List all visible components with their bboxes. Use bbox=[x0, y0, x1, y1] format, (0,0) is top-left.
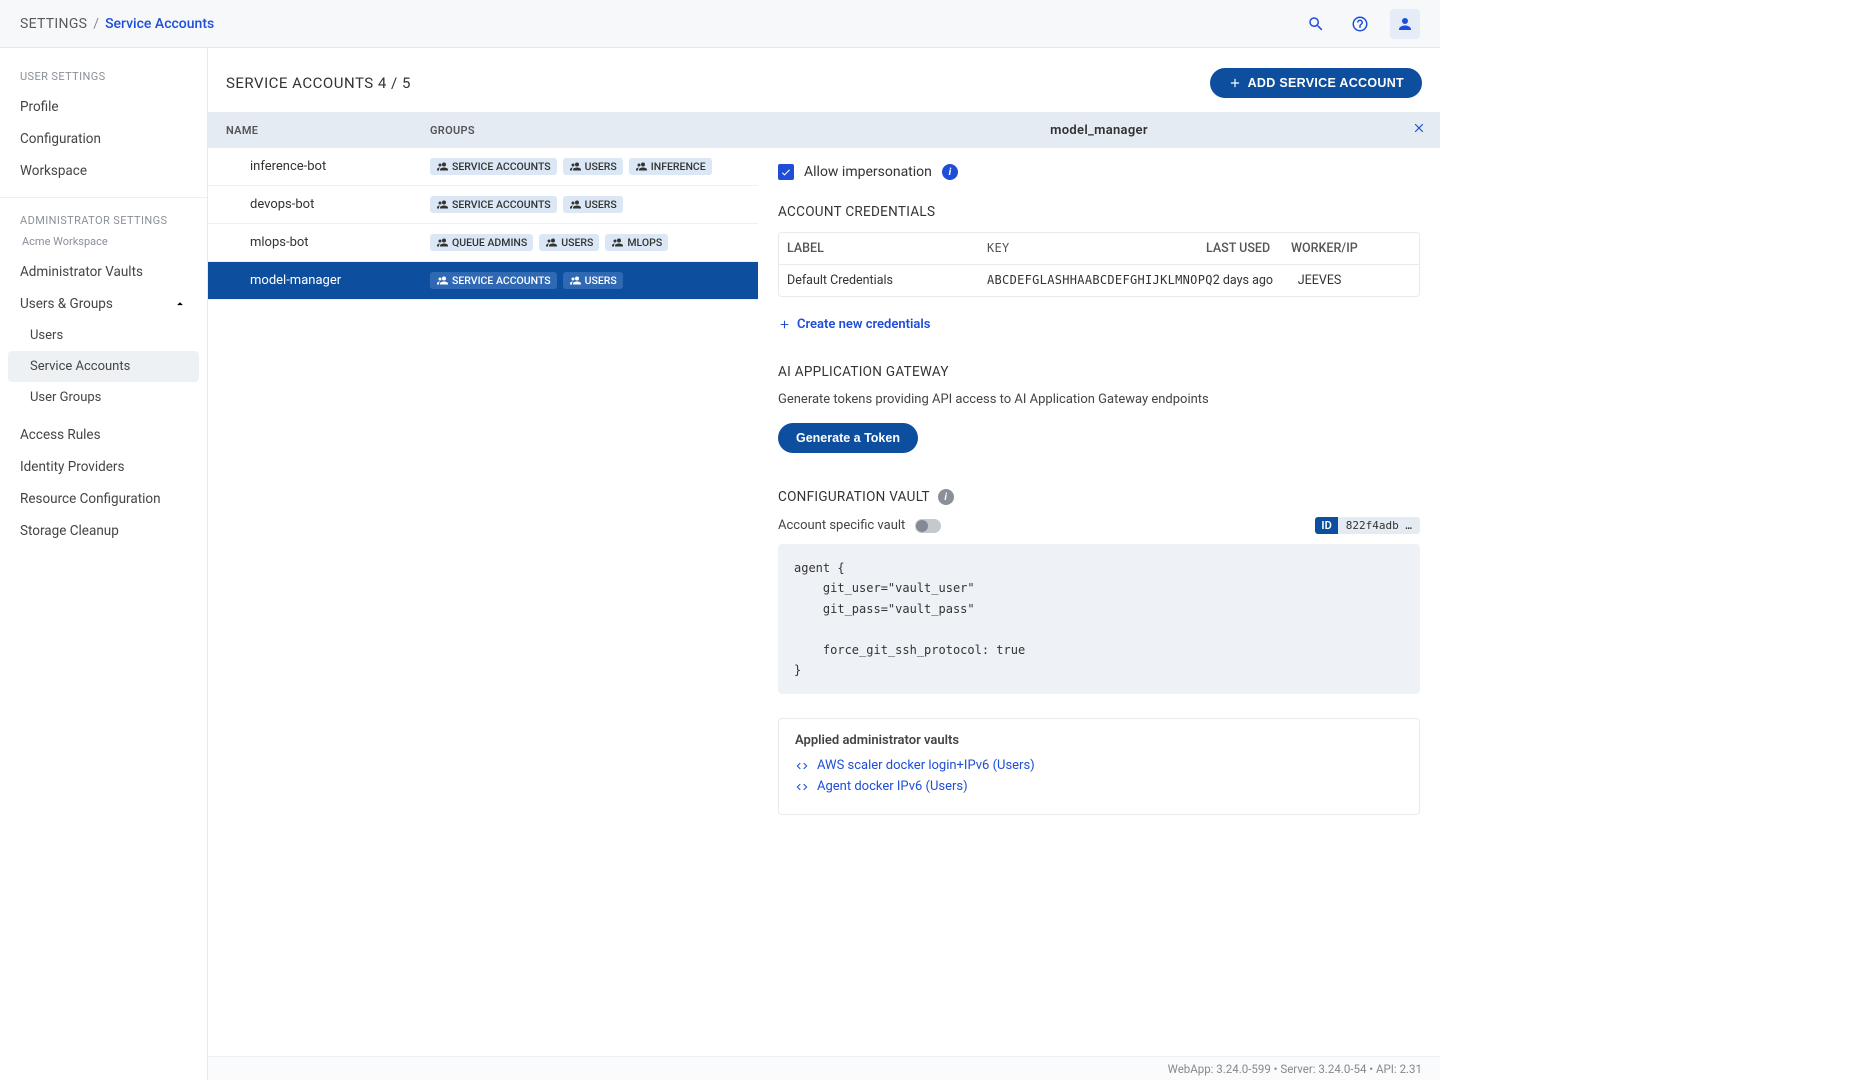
sidebar-section-admin: ADMINISTRATOR SETTINGS bbox=[0, 208, 207, 235]
credential-row[interactable]: Default CredentialsABCDEFGLASHHAABCDEFGH… bbox=[779, 265, 1419, 296]
sidebar-item-access-rules[interactable]: Access Rules bbox=[0, 419, 207, 451]
plus-icon bbox=[778, 318, 791, 331]
applied-vault-item[interactable]: AWS scaler docker login+IPv6 (Users) bbox=[795, 758, 1403, 773]
sidebar-item-users-groups[interactable]: Users & Groups bbox=[0, 288, 207, 320]
gateway-desc: Generate tokens providing API access to … bbox=[778, 392, 1420, 407]
sidebar-item-configuration[interactable]: Configuration bbox=[0, 123, 207, 155]
add-button-label: ADD SERVICE ACCOUNT bbox=[1248, 76, 1404, 90]
close-icon[interactable] bbox=[1412, 121, 1426, 139]
sidebar-admin-workspace: Acme Workspace bbox=[0, 235, 207, 256]
applied-vaults: Applied administrator vaults AWS scaler … bbox=[778, 718, 1420, 815]
sidebar-item-resource-config[interactable]: Resource Configuration bbox=[0, 483, 207, 515]
row-name: devops-bot bbox=[208, 197, 430, 212]
plus-icon bbox=[1228, 76, 1242, 90]
group-chip[interactable]: USERS bbox=[563, 272, 623, 289]
vault-specific-label: Account specific vault bbox=[778, 518, 905, 533]
footer-version: WebApp: 3.24.0-599 • Server: 3.24.0-54 •… bbox=[208, 1056, 1440, 1080]
vault-toggle[interactable] bbox=[915, 519, 941, 533]
sidebar-item-service-accounts[interactable]: Service Accounts bbox=[8, 351, 199, 382]
sidebar-item-user-groups[interactable]: User Groups bbox=[0, 382, 207, 413]
vault-title: CONFIGURATION VAULT bbox=[778, 489, 930, 505]
help-icon[interactable] bbox=[1346, 10, 1374, 38]
cred-col-key: KEY bbox=[987, 241, 1206, 256]
generate-token-button[interactable]: Generate a Token bbox=[778, 423, 918, 453]
group-chip[interactable]: SERVICE ACCOUNTS bbox=[430, 158, 557, 175]
sidebar-item-storage-cleanup[interactable]: Storage Cleanup bbox=[0, 515, 207, 547]
group-chip[interactable]: USERS bbox=[563, 196, 623, 213]
vault-code[interactable]: agent { git_user="vault_user" git_pass="… bbox=[778, 544, 1420, 694]
group-chip[interactable]: USERS bbox=[539, 234, 599, 251]
table-row[interactable]: model-managerSERVICE ACCOUNTS USERS bbox=[208, 262, 758, 300]
detail-pane: model_manager Allow impersonation bbox=[758, 112, 1440, 1056]
cred-col-worker: WORKER/IP bbox=[1291, 241, 1411, 256]
applied-vault-item[interactable]: Agent docker IPv6 (Users) bbox=[795, 779, 1403, 794]
allow-impersonation-checkbox[interactable] bbox=[778, 164, 794, 180]
group-chip[interactable]: QUEUE ADMINS bbox=[430, 234, 533, 251]
topbar: SETTINGS / Service Accounts bbox=[0, 0, 1440, 48]
applied-vaults-title: Applied administrator vaults bbox=[795, 733, 1403, 748]
detail-title: model_manager bbox=[1050, 123, 1148, 138]
sidebar-item-profile[interactable]: Profile bbox=[0, 91, 207, 123]
accounts-table: NAME GROUPS inference-botSERVICE ACCOUNT… bbox=[208, 112, 758, 1056]
chevron-up-icon bbox=[173, 297, 187, 311]
gateway-title: AI APPLICATION GATEWAY bbox=[778, 364, 1420, 380]
sidebar-item-admin-vaults[interactable]: Administrator Vaults bbox=[0, 256, 207, 288]
sidebar: USER SETTINGS Profile Configuration Work… bbox=[0, 48, 208, 1080]
sidebar-section-user: USER SETTINGS bbox=[0, 64, 207, 91]
user-avatar-icon[interactable] bbox=[1390, 9, 1420, 39]
row-name: model-manager bbox=[208, 273, 430, 288]
row-name: mlops-bot bbox=[208, 235, 430, 250]
breadcrumb-leaf[interactable]: Service Accounts bbox=[105, 16, 214, 32]
credentials-title: ACCOUNT CREDENTIALS bbox=[778, 204, 1420, 220]
sidebar-item-identity-providers[interactable]: Identity Providers bbox=[0, 451, 207, 483]
row-name: inference-bot bbox=[208, 159, 430, 174]
sidebar-item-users[interactable]: Users bbox=[0, 320, 207, 351]
column-groups[interactable]: GROUPS bbox=[430, 124, 758, 137]
table-row[interactable]: devops-botSERVICE ACCOUNTS USERS bbox=[208, 186, 758, 224]
group-chip[interactable]: INFERENCE bbox=[629, 158, 712, 175]
column-name[interactable]: NAME bbox=[208, 124, 430, 137]
sidebar-item-label: Users & Groups bbox=[20, 296, 113, 312]
search-icon[interactable] bbox=[1302, 10, 1330, 38]
info-icon[interactable]: i bbox=[938, 489, 954, 505]
breadcrumb-root[interactable]: SETTINGS bbox=[20, 16, 87, 32]
create-credentials-link[interactable]: Create new credentials bbox=[778, 317, 930, 332]
sidebar-item-workspace[interactable]: Workspace bbox=[0, 155, 207, 187]
main-pane: SERVICE ACCOUNTS 4 / 5 ADD SERVICE ACCOU… bbox=[208, 48, 1440, 1080]
breadcrumb: SETTINGS / Service Accounts bbox=[20, 16, 214, 32]
vault-id-label: ID bbox=[1315, 517, 1337, 534]
cred-col-label: LABEL bbox=[787, 241, 987, 256]
group-chip[interactable]: SERVICE ACCOUNTS bbox=[430, 272, 557, 289]
breadcrumb-separator: / bbox=[93, 16, 99, 32]
credentials-table: LABEL KEY LAST USED WORKER/IP Default Cr… bbox=[778, 232, 1420, 297]
info-icon[interactable]: i bbox=[942, 164, 958, 180]
vault-id-value: 822f4adb … bbox=[1338, 517, 1420, 534]
group-chip[interactable]: MLOPS bbox=[605, 234, 668, 251]
table-row[interactable]: mlops-botQUEUE ADMINS USERS MLOPS bbox=[208, 224, 758, 262]
allow-impersonation-label: Allow impersonation bbox=[804, 164, 932, 180]
add-service-account-button[interactable]: ADD SERVICE ACCOUNT bbox=[1210, 68, 1422, 98]
create-credentials-label: Create new credentials bbox=[797, 317, 930, 332]
cred-col-last-used: LAST USED bbox=[1206, 241, 1291, 256]
group-chip[interactable]: USERS bbox=[563, 158, 623, 175]
vault-id-badge[interactable]: ID 822f4adb … bbox=[1315, 517, 1420, 534]
table-header: NAME GROUPS bbox=[208, 112, 758, 148]
table-row[interactable]: inference-botSERVICE ACCOUNTS USERS INFERE… bbox=[208, 148, 758, 186]
group-chip[interactable]: SERVICE ACCOUNTS bbox=[430, 196, 557, 213]
page-title: SERVICE ACCOUNTS 4 / 5 bbox=[226, 74, 411, 92]
